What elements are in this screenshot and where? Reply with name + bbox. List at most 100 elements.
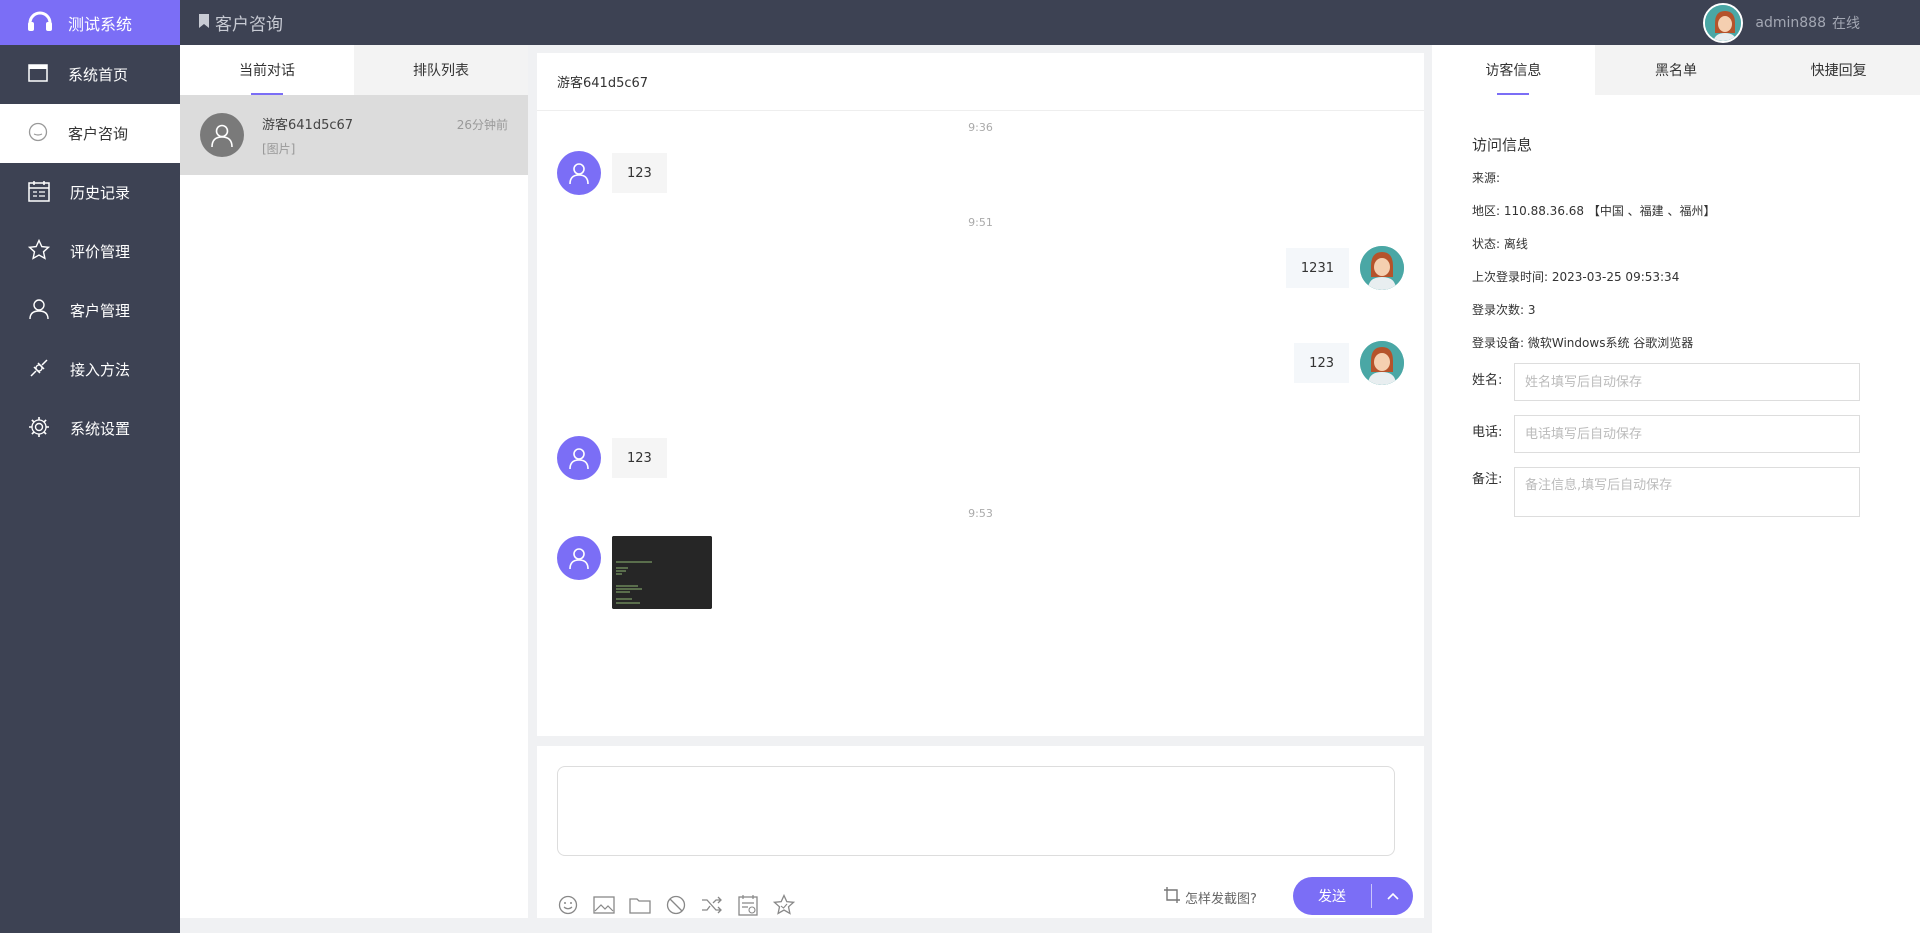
phone-field[interactable] bbox=[1514, 415, 1860, 453]
send-options-button[interactable] bbox=[1372, 889, 1413, 904]
conversation-last-message: [图片] bbox=[262, 141, 296, 156]
message-row: 123 bbox=[557, 436, 667, 480]
visitor-avatar bbox=[557, 536, 601, 580]
chat-visitor-name: 游客641d5c67 bbox=[557, 76, 649, 91]
info-value: 离线 bbox=[1503, 237, 1528, 251]
time-divider: 9:36 bbox=[968, 121, 993, 134]
message-list[interactable]: 9:36 123 9:51 1231 123 123 9:53 bbox=[537, 111, 1424, 735]
sidebar-item-integration[interactable]: 接入方法 bbox=[0, 340, 180, 399]
info-device: 登录设备: 微软Windows系统 谷歌浏览器 bbox=[1472, 334, 1693, 351]
info-label: 登录设备: bbox=[1472, 336, 1525, 350]
phone-row: 电话: bbox=[1472, 415, 1860, 453]
conversation-list-panel: 当前对话 排队列表 游客641d5c67 [图片] 26分钟前 bbox=[180, 45, 528, 918]
folder-icon[interactable] bbox=[629, 894, 651, 916]
message-bubble[interactable]: 123 bbox=[1294, 343, 1349, 383]
brand[interactable]: 测试系统 bbox=[0, 0, 180, 45]
crop-icon bbox=[1163, 886, 1185, 908]
info-tabs: 访客信息 黑名单 快捷回复 bbox=[1432, 45, 1920, 95]
conversation-name: 游客641d5c67 bbox=[262, 117, 354, 133]
bookmark-icon bbox=[198, 13, 215, 33]
agent-avatar bbox=[1360, 341, 1404, 385]
sidebar-item-label: 系统首页 bbox=[68, 66, 129, 84]
visitor-avatar bbox=[200, 113, 244, 157]
info-last-login: 上次登录时间: 2023-03-25 09:53:34 bbox=[1472, 268, 1679, 285]
sidebar-item-customers[interactable]: 客户管理 bbox=[0, 281, 180, 340]
brand-name: 测试系统 bbox=[68, 14, 133, 34]
info-login-count: 登录次数: 3 bbox=[1472, 301, 1536, 318]
visitor-avatar bbox=[557, 436, 601, 480]
sidebar-item-history[interactable]: 历史记录 bbox=[0, 163, 180, 222]
message-row: 123 bbox=[557, 151, 667, 195]
conversation-tabs: 当前对话 排队列表 bbox=[180, 45, 528, 95]
user-status: 在线 bbox=[1832, 15, 1860, 32]
window-icon bbox=[28, 63, 68, 86]
send-button-group: 发送 bbox=[1293, 877, 1413, 915]
note-row: 备注: bbox=[1472, 467, 1860, 517]
info-label: 状态: bbox=[1472, 237, 1501, 251]
tab-quick-reply[interactable]: 快捷回复 bbox=[1757, 45, 1920, 95]
editor-toolbar bbox=[557, 894, 795, 916]
tab-visitor-info[interactable]: 访客信息 bbox=[1432, 45, 1595, 95]
conversation-time: 26分钟前 bbox=[456, 118, 508, 132]
message-bubble[interactable]: 1231 bbox=[1285, 248, 1349, 288]
star-outline-icon[interactable] bbox=[773, 894, 795, 916]
info-value: 3 bbox=[1527, 303, 1536, 317]
user-icon bbox=[28, 298, 70, 324]
transfer-icon[interactable] bbox=[701, 894, 723, 916]
sidebar-item-settings[interactable]: 系统设置 bbox=[0, 399, 180, 458]
block-icon[interactable] bbox=[665, 894, 687, 916]
info-status: 状态: 离线 bbox=[1472, 235, 1528, 252]
plug-icon bbox=[28, 357, 70, 383]
time-divider: 9:53 bbox=[968, 507, 993, 520]
message-editor: 怎样发截图? 发送 bbox=[537, 746, 1424, 918]
avatar[interactable] bbox=[1703, 2, 1744, 43]
name-field[interactable] bbox=[1514, 363, 1860, 401]
info-value: 2023-03-25 09:53:34 bbox=[1551, 270, 1680, 284]
chevron-up-icon bbox=[1386, 889, 1399, 904]
screenshot-help-label: 怎样发截图? bbox=[1185, 891, 1257, 907]
time-divider: 9:51 bbox=[968, 216, 993, 229]
info-section-title: 访问信息 bbox=[1472, 136, 1533, 154]
agent-avatar bbox=[1360, 246, 1404, 290]
sidebar-item-label: 评价管理 bbox=[70, 243, 131, 261]
tab-blacklist[interactable]: 黑名单 bbox=[1594, 45, 1758, 95]
user-menu[interactable]: admin888 在线 bbox=[1703, 0, 1860, 45]
info-value: 110.88.36.68 【中国 、福建 、福州】 bbox=[1503, 204, 1716, 218]
message-row: 1231 bbox=[1285, 246, 1404, 290]
tab-queue[interactable]: 排队列表 bbox=[354, 45, 528, 95]
screenshot-help-link[interactable]: 怎样发截图? bbox=[1163, 886, 1257, 908]
message-image[interactable] bbox=[612, 536, 712, 609]
chat-bubble-icon bbox=[28, 122, 68, 146]
sidebar-item-rating[interactable]: 评价管理 bbox=[0, 222, 180, 281]
sidebar-item-label: 客户咨询 bbox=[68, 125, 129, 143]
tab-current[interactable]: 当前对话 bbox=[180, 45, 354, 95]
page-title-text: 客户咨询 bbox=[215, 15, 283, 35]
chat-panel: 游客641d5c67 9:36 123 9:51 1231 123 123 9:… bbox=[537, 53, 1424, 736]
message-input[interactable] bbox=[557, 766, 1395, 856]
info-value: 微软Windows系统 谷歌浏览器 bbox=[1527, 336, 1694, 350]
message-row bbox=[557, 536, 712, 609]
send-button[interactable]: 发送 bbox=[1293, 886, 1371, 906]
visitor-avatar bbox=[557, 151, 601, 195]
calendar-note-icon[interactable] bbox=[737, 894, 759, 916]
emoji-icon[interactable] bbox=[557, 894, 579, 916]
info-label: 地区: bbox=[1472, 204, 1501, 218]
top-bar: 测试系统 客户咨询 admin888 在线 bbox=[0, 0, 1920, 45]
list-item[interactable]: 游客641d5c67 [图片] 26分钟前 bbox=[180, 95, 528, 175]
note-field[interactable] bbox=[1514, 467, 1860, 517]
sidebar: 系统首页 客户咨询 历史记录 评价管理 客户管理 接入方法 系统设置 bbox=[0, 45, 180, 933]
gear-icon bbox=[28, 416, 70, 442]
info-label: 来源: bbox=[1472, 171, 1501, 185]
calendar-icon bbox=[28, 180, 70, 206]
note-label: 备注: bbox=[1472, 472, 1503, 487]
sidebar-item-home[interactable]: 系统首页 bbox=[0, 45, 180, 104]
name-row: 姓名: bbox=[1472, 363, 1860, 401]
sidebar-item-label: 历史记录 bbox=[70, 184, 131, 202]
image-icon[interactable] bbox=[593, 894, 615, 916]
message-bubble[interactable]: 123 bbox=[612, 438, 667, 478]
message-bubble[interactable]: 123 bbox=[612, 153, 667, 193]
name-label: 姓名: bbox=[1472, 373, 1503, 388]
chat-header: 游客641d5c67 bbox=[537, 53, 1424, 111]
visitor-info-panel: 访客信息 黑名单 快捷回复 访问信息 来源: 地区: 110.88.36.68 … bbox=[1432, 45, 1920, 933]
sidebar-item-consult[interactable]: 客户咨询 bbox=[0, 104, 180, 163]
